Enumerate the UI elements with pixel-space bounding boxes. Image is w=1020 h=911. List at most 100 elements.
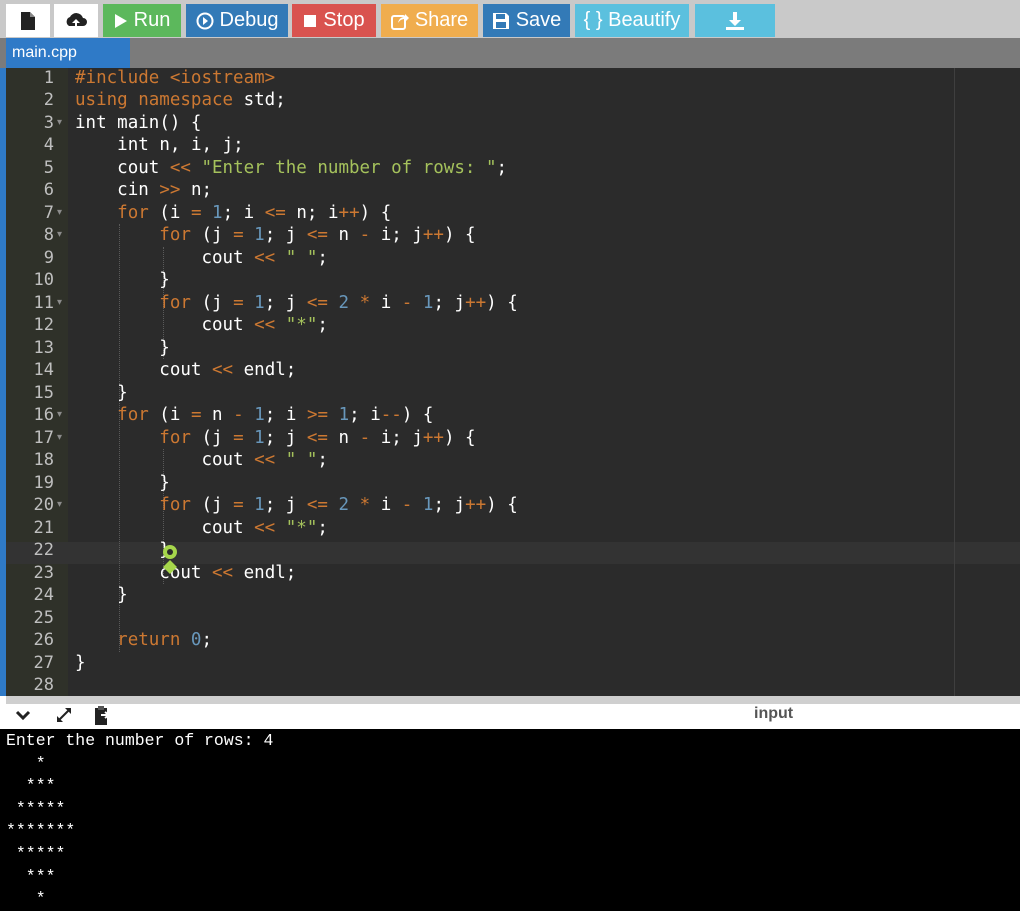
run-button[interactable]: Run (103, 4, 181, 37)
code-line[interactable]: for (j = 1; j <= n - i; j++) { (75, 224, 475, 247)
code-line[interactable]: cin >> n; (75, 179, 212, 202)
code-line[interactable]: } (75, 382, 128, 405)
beautify-label: { } Beautify (583, 9, 681, 31)
console-line: *** (6, 866, 56, 886)
code-line[interactable]: for (j = 1; j <= 2 * i - 1; j++) { (75, 494, 517, 517)
code-line[interactable]: #include <iostream> (75, 68, 275, 89)
fold-toggle-icon[interactable]: ▾ (57, 292, 62, 315)
output-toolbar: input (0, 704, 1020, 729)
tab-bar: main.cpp (0, 38, 1020, 68)
code-line[interactable]: cout << " "; (75, 449, 327, 472)
line-number: 26 (33, 630, 54, 650)
line-number: 8 (43, 225, 54, 245)
line-number: 18 (33, 450, 54, 470)
line-number: 4 (43, 135, 54, 155)
code-line[interactable]: for (i = n - 1; i >= 1; i--) { (75, 404, 433, 427)
collapse-chevron-icon[interactable] (14, 706, 32, 729)
play-icon (114, 13, 128, 29)
download-button[interactable] (695, 4, 775, 37)
panel-divider[interactable] (6, 696, 1020, 704)
share-label: Share (414, 9, 469, 31)
clipboard-paste-icon[interactable] (92, 705, 112, 732)
line-number: 28 (33, 675, 54, 695)
code-line[interactable]: cout << " "; (75, 247, 327, 270)
share-button[interactable]: Share (381, 4, 478, 37)
code-line[interactable]: return 0; (75, 629, 212, 652)
code-line[interactable]: cout << endl; (75, 562, 296, 585)
input-label: input (754, 705, 794, 722)
line-number: 1 (43, 68, 54, 88)
line-number: 21 (33, 517, 54, 538)
save-button[interactable]: Save (483, 4, 570, 37)
stop-icon (303, 14, 317, 28)
run-label: Run (133, 9, 171, 31)
toolbar: Run Debug Stop Share Save { } Beautify (0, 0, 1020, 38)
line-number: 27 (33, 652, 54, 673)
code-line[interactable]: } (75, 539, 170, 562)
console-line: ******* (6, 821, 76, 841)
code-line[interactable]: cout << endl; (75, 359, 296, 382)
debug-button[interactable]: Debug (186, 4, 288, 37)
line-number: 25 (33, 607, 54, 628)
save-label: Save (515, 9, 562, 31)
code-line[interactable]: for (j = 1; j <= n - i; j++) { (75, 427, 475, 450)
code-line[interactable]: } (75, 337, 170, 360)
console-line: Enter the number of rows: 4 (6, 731, 274, 750)
upload-button[interactable] (54, 4, 98, 37)
code-line[interactable]: cout << "Enter the number of rows: "; (75, 157, 507, 180)
line-number: 2 (43, 90, 54, 110)
line-number: 3 (43, 112, 54, 133)
debug-icon (196, 12, 214, 30)
console-line: ***** (6, 844, 66, 863)
line-number: 11 (33, 292, 54, 313)
line-number: 23 (33, 562, 54, 583)
line-number: 19 (33, 472, 54, 493)
code-line[interactable]: using namespace std; (75, 89, 286, 112)
code-line[interactable]: } (75, 472, 170, 495)
code-line[interactable]: int n, i, j; (75, 134, 244, 157)
new-file-button[interactable] (6, 4, 50, 37)
code-editor[interactable]: 1 #include <iostream> 2 using namespace std… (6, 68, 1020, 696)
console-line: * (6, 753, 46, 773)
console-line: ***** (6, 798, 66, 818)
code-line[interactable]: for (j = 1; j <= 2 * i - 1; j++) { (75, 292, 517, 315)
line-number: 9 (43, 247, 54, 268)
console-line: *** (6, 776, 56, 796)
code-line[interactable]: for (i = 1; i <= n; i++) { (75, 202, 391, 225)
stop-button[interactable]: Stop (292, 4, 376, 37)
tab-main-cpp[interactable]: main.cpp (6, 38, 130, 68)
output-console[interactable]: Enter the number of rows: 4 * *** ***** *… (0, 729, 1020, 911)
beautify-button[interactable]: { } Beautify (575, 4, 689, 37)
print-margin (954, 68, 955, 696)
line-number: 7 (43, 202, 54, 223)
code-line[interactable]: cout << "*"; (75, 517, 327, 540)
fold-toggle-icon[interactable]: ▾ (57, 404, 62, 427)
line-number: 13 (33, 337, 54, 358)
code-line[interactable]: cout << "*"; (75, 314, 327, 337)
fold-toggle-icon[interactable]: ▾ (57, 224, 62, 247)
console-line: * (6, 889, 46, 909)
cursor-drag-handle-icon[interactable] (161, 545, 181, 585)
line-number: 16 (33, 405, 54, 425)
stop-label: Stop (323, 9, 365, 31)
line-number: 14 (33, 360, 54, 380)
line-number: 24 (33, 585, 54, 605)
expand-icon[interactable] (54, 705, 74, 730)
line-number: 6 (43, 180, 54, 200)
upload-icon (65, 11, 87, 31)
line-number: 5 (43, 157, 54, 178)
line-number: 17 (33, 427, 54, 448)
code-line[interactable]: } (75, 652, 86, 675)
file-icon (20, 11, 36, 31)
debug-label: Debug (219, 9, 279, 31)
line-number: 10 (33, 270, 54, 290)
fold-toggle-icon[interactable]: ▾ (57, 494, 62, 517)
code-line[interactable]: } (75, 584, 128, 607)
code-line[interactable]: } (75, 269, 170, 292)
fold-toggle-icon[interactable]: ▾ (57, 112, 62, 135)
code-line[interactable]: int main() { (75, 112, 201, 135)
download-icon (725, 11, 745, 31)
fold-toggle-icon[interactable]: ▾ (57, 202, 62, 225)
fold-toggle-icon[interactable]: ▾ (57, 427, 62, 450)
line-number: 22 (33, 540, 54, 560)
